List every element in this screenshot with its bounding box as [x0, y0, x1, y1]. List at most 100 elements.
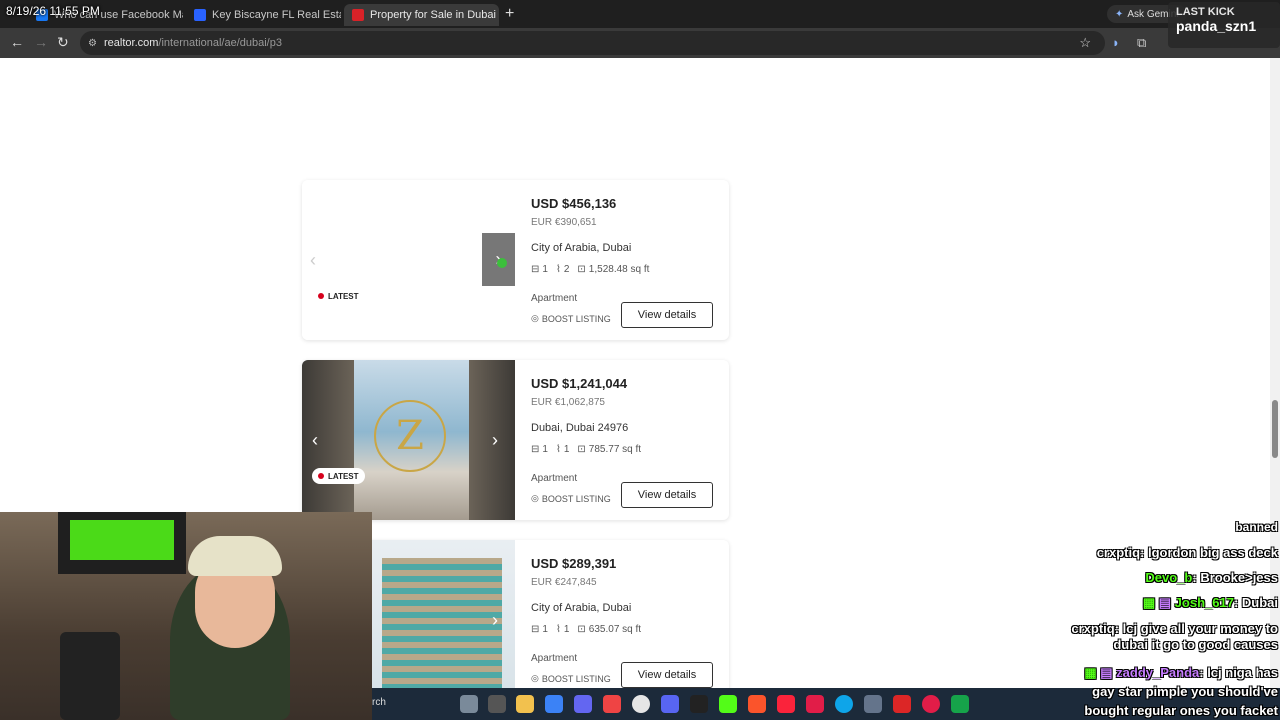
- app-diamond-icon[interactable]: [806, 695, 824, 713]
- site-info-icon[interactable]: ⚙: [88, 38, 97, 49]
- listing-size: 1,528.48 sq ft: [588, 264, 650, 275]
- opera-icon[interactable]: [922, 695, 940, 713]
- chat-message: dubai it go to good causes: [1113, 637, 1278, 652]
- realtor-blue-icon: [194, 9, 206, 21]
- chrome-icon[interactable]: [632, 695, 650, 713]
- listing-features: ⊟ 1 ⌇ 1 ⊡ 635.07 sq ft: [531, 624, 721, 635]
- taskbar-search-text[interactable]: rch: [372, 697, 386, 708]
- kick-app-icon[interactable]: [719, 695, 737, 713]
- obs-icon[interactable]: [690, 695, 708, 713]
- file-explorer-icon[interactable]: [516, 695, 534, 713]
- chat-badge-icon: ▦: [1084, 665, 1101, 680]
- chat-message: banned: [1235, 520, 1278, 534]
- listing-price[interactable]: USD $1,241,044: [531, 376, 721, 391]
- chat-sub-icon: ▤: [1100, 665, 1117, 680]
- teams-icon[interactable]: [574, 695, 592, 713]
- chat-message: : lcj give all your money to: [1114, 621, 1278, 636]
- tab-key-biscayne[interactable]: Key Biscayne FL Real Estate - Ke ✕: [186, 4, 341, 26]
- xbox-icon[interactable]: [951, 695, 969, 713]
- listing-price[interactable]: USD $456,136: [531, 196, 721, 211]
- photo-pillar-left: [302, 360, 354, 520]
- bath-icon: ⌇: [555, 624, 561, 635]
- boost-label: BOOST LISTING: [541, 313, 611, 324]
- carousel-prev-icon[interactable]: ‹: [310, 250, 316, 271]
- chat-user: crxptiq: [1096, 545, 1141, 560]
- bath-icon: ⌇: [555, 264, 561, 275]
- listing-price-eur: EUR €247,845: [531, 577, 597, 588]
- listing-price[interactable]: USD $289,391: [531, 556, 721, 571]
- taskbar-widget-icon[interactable]: [460, 695, 478, 713]
- outlook-icon[interactable]: [603, 695, 621, 713]
- listing-card[interactable]: Z ‹ › LATEST USD $1,241,044 EUR €1,062,8…: [302, 360, 729, 520]
- carousel-next-button[interactable]: ›: [482, 233, 515, 286]
- browser-tab-bar: Who can use Facebook Marketp ✕ Key Bisca…: [0, 0, 1280, 28]
- chat-line: bought regular ones you facket: [1084, 703, 1278, 718]
- listing-location[interactable]: City of Arabia, Dubai: [531, 602, 721, 614]
- chat-line: Devo_b: Brooke>jess: [1145, 570, 1278, 585]
- streamer-hair: [188, 536, 282, 576]
- tab-label: Property for Sale in Dubai - rea: [370, 9, 499, 21]
- chat-message: : Brooke>jess: [1192, 570, 1278, 585]
- listing-size: 785.77 sq ft: [588, 444, 642, 455]
- carousel-next-icon[interactable]: ›: [492, 610, 498, 631]
- microphone-arm: [60, 632, 120, 720]
- listing-info: USD $456,136 EUR €390,651 City of Arabia…: [531, 196, 721, 304]
- browser-toolbar: ← → ↻ ⚙ realtor.com/international/ae/dub…: [0, 28, 1280, 58]
- listing-info: USD $1,241,044 EUR €1,062,875 Dubai, Dub…: [531, 376, 721, 484]
- page-scrollbar[interactable]: [1270, 58, 1280, 688]
- carousel-prev-icon[interactable]: ‹: [312, 430, 318, 451]
- chat-line: crxptiq: lcj give all your money to: [1071, 621, 1278, 636]
- view-details-button[interactable]: View details: [621, 482, 713, 508]
- boost-listing-link[interactable]: ◎ BOOST LISTING: [531, 673, 611, 684]
- chat-sub-icon: ▤: [1158, 595, 1175, 610]
- listing-photo[interactable]: ‹ › LATEST: [302, 180, 515, 340]
- reload-icon[interactable]: ↻: [57, 34, 69, 51]
- beds-count: 1: [542, 264, 548, 275]
- extensions-icon[interactable]: ⧉: [1137, 35, 1146, 51]
- store-icon[interactable]: [864, 695, 882, 713]
- scrollbar-thumb[interactable]: [1272, 400, 1278, 458]
- listing-info: USD $289,391 EUR €247,845 City of Arabia…: [531, 556, 721, 664]
- url-host: realtor.com: [104, 37, 159, 49]
- view-details-button[interactable]: View details: [621, 662, 713, 688]
- boost-label: BOOST LISTING: [541, 673, 611, 684]
- music-icon[interactable]: [777, 695, 795, 713]
- view-details-button[interactable]: View details: [621, 302, 713, 328]
- task-view-icon[interactable]: [488, 695, 506, 713]
- badge-label: LATEST: [328, 471, 359, 481]
- new-tab-button[interactable]: +: [505, 5, 514, 23]
- area-icon: ⊡: [577, 624, 586, 635]
- listing-features: ⊟ 1 ⌇ 1 ⊡ 785.77 sq ft: [531, 444, 721, 455]
- baths-count: 1: [563, 444, 570, 455]
- chat-line: gay star pimple you should've: [1092, 684, 1278, 699]
- chat-line: dubai it go to good causes: [1113, 637, 1278, 652]
- help-icon[interactable]: [835, 695, 853, 713]
- carousel-next-icon[interactable]: ›: [492, 430, 498, 451]
- app-red-icon[interactable]: [893, 695, 911, 713]
- boost-icon: ◎: [531, 313, 539, 323]
- chat-message: : Dubai: [1233, 595, 1278, 610]
- forward-icon[interactable]: →: [34, 34, 48, 50]
- bookmark-star-icon[interactable]: ☆: [1079, 35, 1091, 51]
- chat-message: : lgordon big ass deck: [1140, 545, 1278, 560]
- back-icon[interactable]: ←: [10, 34, 24, 50]
- listing-photo[interactable]: Z ‹ › LATEST: [302, 360, 515, 520]
- chat-user: crxptiq: [1071, 621, 1115, 636]
- listing-location[interactable]: City of Arabia, Dubai: [531, 242, 721, 254]
- tab-property-dubai[interactable]: Property for Sale in Dubai - rea ✕: [344, 4, 499, 26]
- copilot-icon[interactable]: [545, 695, 563, 713]
- latest-badge: LATEST: [312, 288, 365, 304]
- listing-card[interactable]: ‹ › LATEST USD $456,136 EUR €390,651 Cit…: [302, 180, 729, 340]
- listing-location[interactable]: Dubai, Dubai 24976: [531, 422, 721, 434]
- boost-listing-link[interactable]: ◎ BOOST LISTING: [531, 493, 611, 504]
- tab-label: Key Biscayne FL Real Estate - Ke: [212, 9, 341, 21]
- chat-line: crxptiq: lgordon big ass deck: [1097, 545, 1278, 560]
- address-bar[interactable]: ⚙ realtor.com/international/ae/dubai/p3 …: [80, 31, 1105, 55]
- discord-icon[interactable]: [661, 695, 679, 713]
- chat-message: bought regular ones you facket: [1084, 703, 1278, 718]
- media-wave-icon[interactable]: ◗: [1112, 35, 1120, 50]
- last-kick-label: LAST KICK: [1176, 6, 1235, 18]
- brave-icon[interactable]: [748, 695, 766, 713]
- last-kick-user: panda_szn1: [1176, 18, 1257, 34]
- boost-listing-link[interactable]: ◎ BOOST LISTING: [531, 313, 611, 324]
